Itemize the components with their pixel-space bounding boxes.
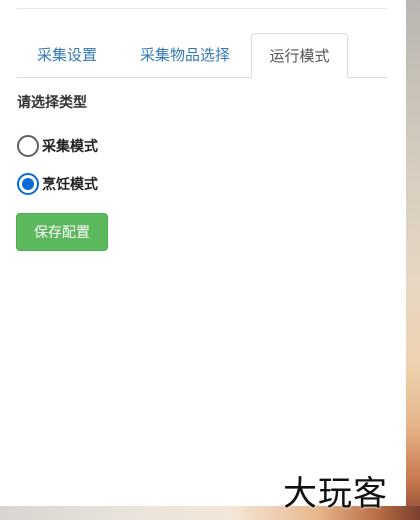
save-config-button[interactable]: 保存配置	[16, 213, 108, 251]
settings-panel: 采集设置 采集物品选择 运行模式 请选择类型 采集模式 烹饪模式 保存配置	[0, 0, 406, 506]
tab-bar: 采集设置 采集物品选择 运行模式	[17, 33, 387, 78]
radio-button-icon[interactable]	[17, 135, 39, 157]
radio-button-checked-icon[interactable]	[17, 173, 39, 195]
watermark-logo: 大玩客	[283, 474, 388, 514]
tab-run-mode[interactable]: 运行模式	[251, 33, 348, 78]
type-section-label: 请选择类型	[17, 95, 87, 111]
radio-label-cooking: 烹饪模式	[42, 177, 98, 193]
tab-collect-settings[interactable]: 采集设置	[17, 33, 117, 77]
top-divider	[17, 8, 387, 9]
radio-collect-mode[interactable]: 采集模式	[17, 133, 98, 159]
radio-label-collect: 采集模式	[42, 139, 98, 155]
tab-item-selection[interactable]: 采集物品选择	[121, 33, 249, 77]
background-strip-right	[406, 0, 420, 520]
radio-cooking-mode[interactable]: 烹饪模式	[17, 171, 98, 197]
